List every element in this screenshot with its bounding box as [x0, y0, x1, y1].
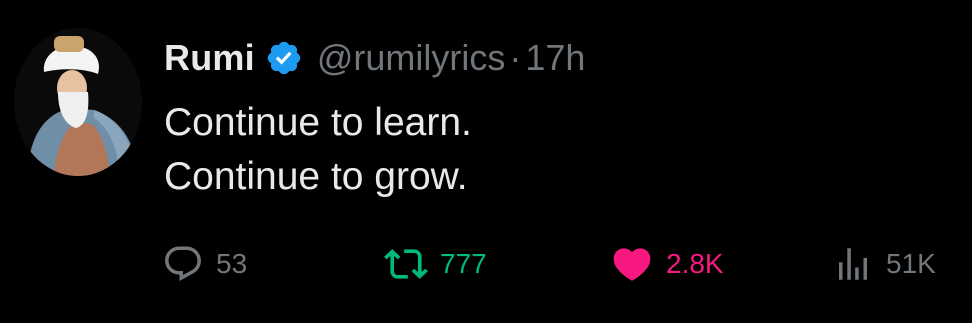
- tweet-header: Rumi @rumilyrics · 17h: [164, 32, 585, 84]
- tweet-text-line: Continue to learn.: [164, 101, 472, 144]
- reply-icon: [162, 243, 204, 285]
- views-button[interactable]: 51K: [832, 238, 936, 290]
- views-icon: [832, 243, 874, 285]
- heart-icon: [610, 242, 654, 286]
- reply-button[interactable]: 53: [162, 238, 247, 290]
- retweet-icon: [384, 242, 428, 286]
- tweet[interactable]: Rumi @rumilyrics · 17h Continue to learn…: [0, 0, 972, 323]
- timestamp[interactable]: 17h: [525, 37, 585, 79]
- action-bar: 53 777 2.8K 51K: [162, 238, 962, 290]
- avatar[interactable]: [14, 28, 142, 176]
- verified-badge-icon: [265, 39, 303, 77]
- retweet-count: 777: [440, 248, 487, 279]
- like-count: 2.8K: [666, 248, 724, 279]
- reply-count: 53: [216, 248, 248, 279]
- tweet-text: Continue to learn. Continue to grow.: [164, 96, 472, 204]
- author-name[interactable]: Rumi: [164, 37, 255, 79]
- retweet-button[interactable]: 777: [384, 238, 487, 290]
- views-count: 51K: [886, 248, 936, 279]
- separator-dot: ·: [509, 37, 522, 78]
- author-handle[interactable]: @rumilyrics: [317, 37, 506, 79]
- tweet-text-line: Continue to grow.: [164, 155, 468, 198]
- like-button[interactable]: 2.8K: [610, 238, 724, 290]
